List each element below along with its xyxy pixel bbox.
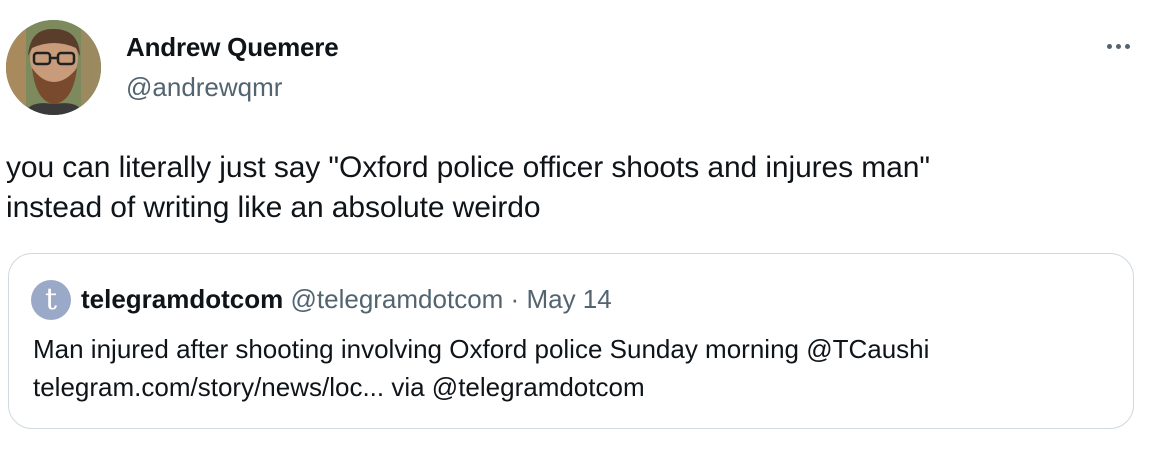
quoted-header: telegramdotcom @telegramdotcom · May 14 — [81, 284, 612, 315]
more-options-icon[interactable] — [1098, 34, 1138, 58]
avatar-photo — [6, 20, 101, 115]
quoted-avatar[interactable]: t — [31, 280, 71, 320]
quoted-separator: · — [510, 284, 520, 314]
author-name[interactable]: Andrew Quemere — [126, 32, 339, 63]
quoted-author-handle[interactable]: @telegramdotcom — [291, 284, 504, 314]
quoted-author-name[interactable]: telegramdotcom — [81, 284, 283, 314]
more-dot — [1124, 43, 1130, 49]
tweet-text: you can literally just say "Oxford polic… — [6, 148, 1156, 228]
more-dot — [1106, 43, 1112, 49]
quoted-date[interactable]: May 14 — [526, 284, 611, 314]
author-avatar[interactable] — [6, 20, 101, 115]
author-handle[interactable]: @andrewqmr — [126, 72, 282, 103]
quoted-text-line: telegram.com/story/news/loc... via @tele… — [33, 372, 645, 402]
more-dot — [1115, 43, 1121, 49]
quoted-text: Man injured after shooting involving Oxf… — [33, 330, 1123, 406]
tweet-text-line: instead of writing like an absolute weir… — [6, 191, 541, 224]
tweet-card: Andrew Quemere @andrewqmr you can litera… — [0, 0, 1176, 464]
quoted-text-line: Man injured after shooting involving Oxf… — [33, 334, 930, 364]
tweet-text-line: you can literally just say "Oxford polic… — [6, 151, 930, 184]
quoted-tweet[interactable]: t telegramdotcom @telegramdotcom · May 1… — [8, 253, 1134, 429]
quoted-avatar-letter: t — [44, 282, 58, 317]
